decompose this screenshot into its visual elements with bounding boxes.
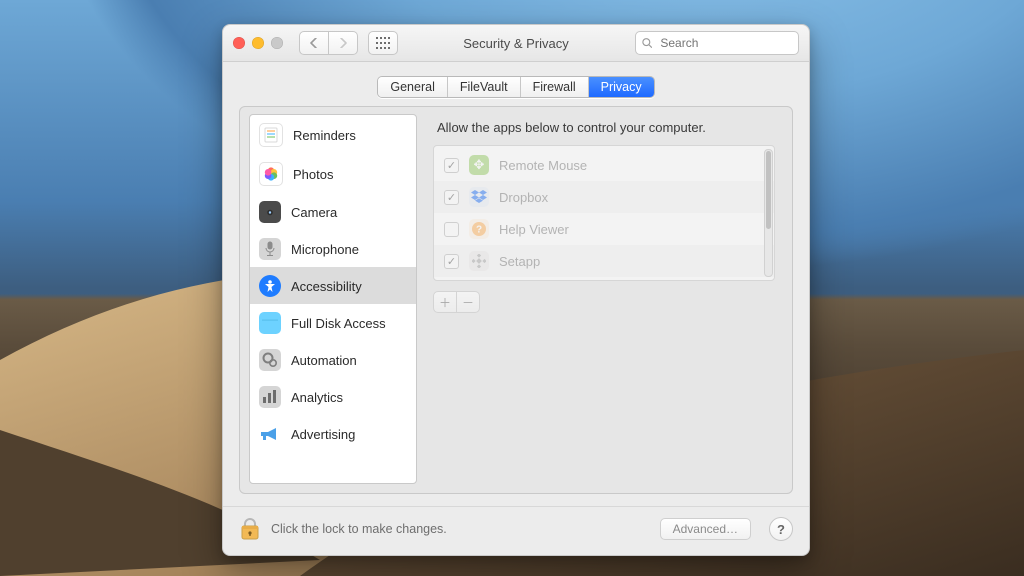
add-app-button[interactable]: ＋ [433,291,457,313]
app-row-help-viewer[interactable]: ? Help Viewer [434,213,774,245]
apps-list-wrap: ✥ Remote Mouse Dropbox [433,145,775,281]
sidebar-item-label: Accessibility [291,279,362,294]
tab-privacy[interactable]: Privacy [589,77,654,97]
privacy-sidebar-wrap: Reminders Photos C [249,114,417,484]
sidebar-item-label: Full Disk Access [291,316,386,331]
app-name: Help Viewer [499,222,569,237]
apps-scrollbar[interactable] [764,149,773,277]
window-title: Security & Privacy [223,36,809,51]
lock-hint-text: Click the lock to make changes. [271,522,447,536]
app-checkbox[interactable] [444,190,459,205]
bottom-bar: Click the lock to make changes. Advanced… [223,506,809,555]
sidebar-item-label: Automation [291,353,357,368]
app-row-remote-mouse[interactable]: ✥ Remote Mouse [434,149,774,181]
sidebar-item-label: Microphone [291,242,359,257]
lock-icon[interactable] [239,517,261,541]
photos-icon [259,162,283,186]
sidebar-item-label: Reminders [293,128,356,143]
tabs: General FileVault Firewall Privacy [377,76,654,98]
sidebar-item-analytics[interactable]: Analytics [250,378,416,415]
apps-list: ✥ Remote Mouse Dropbox [433,145,775,281]
folder-icon [259,312,281,334]
app-name: Dropbox [499,190,548,205]
remote-mouse-icon: ✥ [469,155,489,175]
help-viewer-icon: ? [469,219,489,239]
sidebar-item-label: Analytics [291,390,343,405]
sidebar-item-automation[interactable]: Automation [250,341,416,378]
gear-icon [259,349,281,371]
button-label: Advanced… [673,522,738,536]
tab-label: FileVault [460,80,508,94]
app-checkbox[interactable] [444,158,459,173]
sidebar-item-label: Photos [293,167,333,182]
tab-label: Privacy [601,80,642,94]
camera-icon [259,201,281,223]
accessibility-icon [259,275,281,297]
app-checkbox[interactable] [444,222,459,237]
prefs-window: Security & Privacy General FileVault Fir… [222,24,810,556]
megaphone-icon [259,423,281,445]
help-button[interactable]: ? [769,517,793,541]
privacy-sidebar[interactable]: Reminders Photos C [249,114,417,484]
privacy-panel: Reminders Photos C [239,106,793,494]
add-remove-buttons: ＋ － [433,291,775,313]
app-row-dropbox[interactable]: Dropbox [434,181,774,213]
remove-app-button[interactable]: － [457,291,480,313]
tab-general[interactable]: General [378,77,447,97]
bar-chart-icon [259,386,281,408]
sidebar-item-label: Camera [291,205,337,220]
sidebar-item-camera[interactable]: Camera [250,193,416,230]
app-checkbox[interactable] [444,254,459,269]
app-name: Remote Mouse [499,158,587,173]
svg-text:?: ? [476,225,482,236]
sidebar-item-reminders[interactable]: Reminders [250,115,416,154]
advanced-button[interactable]: Advanced… [660,518,751,540]
sidebar-item-photos[interactable]: Photos [250,154,416,193]
app-name: Setapp [499,254,540,269]
desktop-wallpaper: Security & Privacy General FileVault Fir… [0,0,1024,576]
sidebar-item-accessibility[interactable]: Accessibility [250,267,416,304]
sidebar-item-microphone[interactable]: Microphone [250,230,416,267]
tab-filevault[interactable]: FileVault [448,77,521,97]
reminders-icon [259,123,283,147]
scrollbar-thumb[interactable] [766,151,771,229]
privacy-detail: Allow the apps below to control your com… [427,114,783,484]
app-row-setapp[interactable]: Setapp [434,245,774,277]
sidebar-item-label: Advertising [291,427,355,442]
setapp-icon [469,251,489,271]
titlebar: Security & Privacy [223,25,809,62]
dropbox-icon [469,187,489,207]
tab-label: General [390,80,434,94]
tab-firewall[interactable]: Firewall [521,77,589,97]
microphone-icon [259,238,281,260]
tab-label: Firewall [533,80,576,94]
sidebar-item-advertising[interactable]: Advertising [250,415,416,452]
detail-lead-text: Allow the apps below to control your com… [433,120,775,135]
help-label: ? [777,522,785,537]
sidebar-item-full-disk-access[interactable]: Full Disk Access [250,304,416,341]
tabs-row: General FileVault Firewall Privacy [223,62,809,106]
